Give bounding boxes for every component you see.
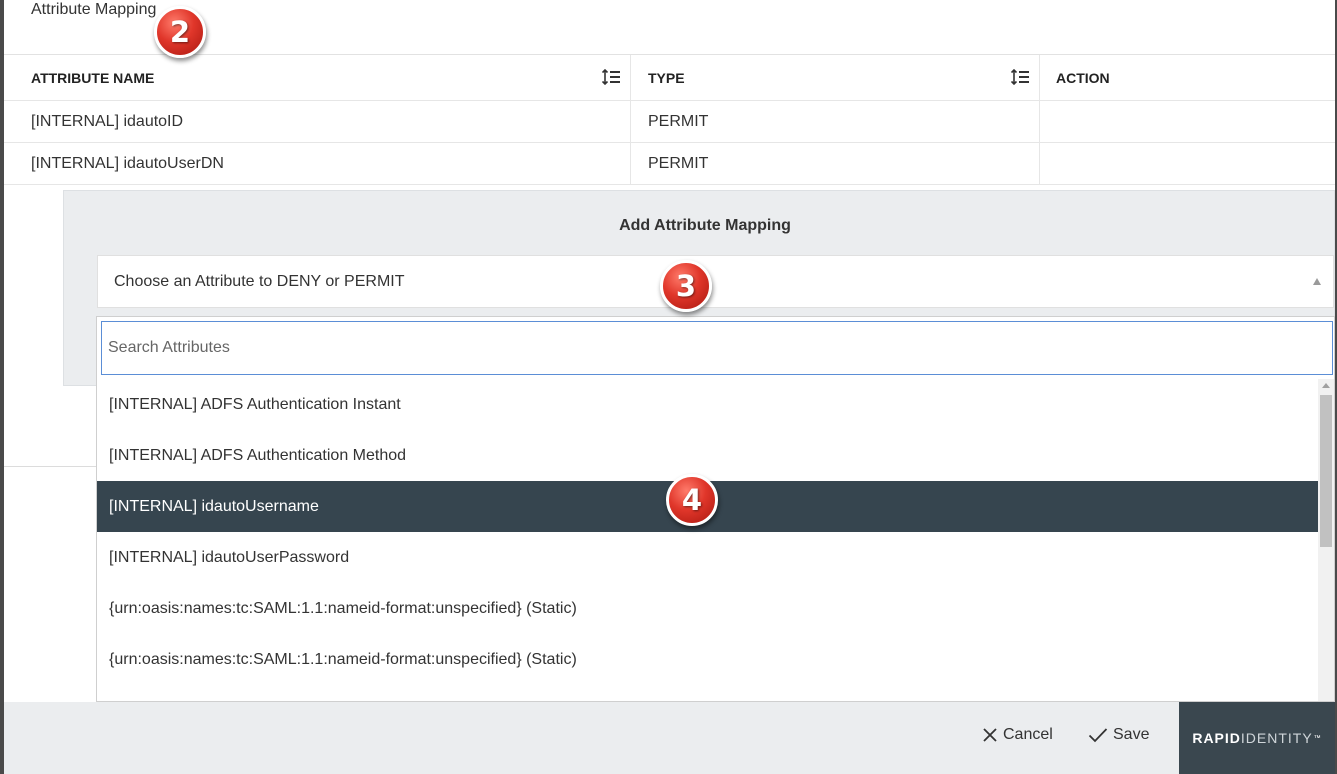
column-header-action: ACTION [1040,55,1335,100]
cell-action [1040,143,1335,184]
rapididentity-logo: RAPID IDENTITY ™ [1179,702,1335,774]
column-header-type[interactable]: TYPE [631,55,1040,100]
column-header-label: ATTRIBUTE NAME [31,69,155,86]
caret-up-icon [1313,278,1321,285]
cancel-button[interactable]: Cancel [982,726,1053,744]
table-row[interactable]: [INTERNAL] idautoID PERMIT [4,101,1335,143]
step-callout-4: 4 [666,474,718,526]
table-row[interactable]: [INTERNAL] idautoUserDN PERMIT [4,143,1335,185]
add-mapping-title: Add Attribute Mapping [619,217,791,234]
column-header-attribute-name[interactable]: ATTRIBUTE NAME [4,55,631,100]
scrollbar-thumb[interactable] [1320,395,1332,547]
dropdown-scrollbar[interactable] [1318,379,1334,701]
content-divider [4,466,98,467]
list-item[interactable]: [INTERNAL] idautoUserPassword [97,532,1319,583]
column-header-label: ACTION [1056,69,1110,86]
cell-attribute-name: [INTERNAL] idautoUserDN [4,143,631,184]
brand-light-text: IDENTITY [1240,730,1313,746]
sort-icon[interactable] [1011,69,1029,85]
attribute-select[interactable]: Choose an Attribute to DENY or PERMIT [97,255,1334,308]
list-item[interactable]: [INTERNAL] ADFS Authentication Method [97,430,1319,481]
cancel-label: Cancel [1003,726,1053,743]
cell-type: PERMIT [631,101,1040,142]
search-attributes-input[interactable] [101,321,1333,375]
attribute-select-value: Choose an Attribute to DENY or PERMIT [114,272,405,290]
attribute-mapping-table: ATTRIBUTE NAME TYPE ACTION [INTERNAL] id… [4,55,1335,185]
save-label: Save [1113,726,1150,743]
cell-attribute-name: [INTERNAL] idautoID [4,101,631,142]
attribute-options-list: [INTERNAL] ADFS Authentication Instant [… [97,379,1319,685]
step-callout-2: 2 [154,6,206,58]
list-item[interactable]: {urn:oasis:names:tc:SAML:1.1:nameid-form… [97,583,1319,634]
dialog-footer: Cancel Save RAPID IDENTITY ™ [4,702,1335,774]
save-button[interactable]: Save [1088,726,1149,744]
scroll-up-icon[interactable] [1322,383,1330,388]
brand-trademark: ™ [1313,734,1322,742]
section-title: Attribute Mapping [31,1,157,18]
cell-action [1040,101,1335,142]
column-header-label: TYPE [648,69,685,86]
cell-type: PERMIT [631,143,1040,184]
list-item[interactable]: [INTERNAL] ADFS Authentication Instant [97,379,1319,430]
close-icon [983,728,997,742]
step-callout-3: 3 [660,260,712,312]
check-icon [1088,728,1108,743]
brand-bold-text: RAPID [1192,730,1241,746]
table-header-row: ATTRIBUTE NAME TYPE ACTION [4,55,1335,101]
sort-icon[interactable] [602,69,620,85]
list-item[interactable]: {urn:oasis:names:tc:SAML:1.1:nameid-form… [97,634,1319,685]
